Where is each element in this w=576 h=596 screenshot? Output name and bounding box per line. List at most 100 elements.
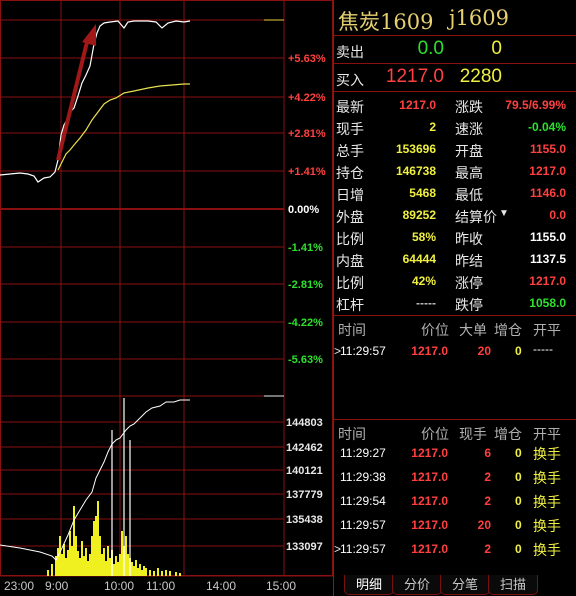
tab-price-distribution[interactable]: 分价	[392, 575, 442, 595]
price: 1217.0	[411, 542, 448, 556]
trade-type: -----	[533, 342, 553, 356]
pct-tick-label: +5.63%	[288, 53, 326, 65]
stat-value: 1058.0	[529, 296, 566, 310]
table-header: 时间 价位 大单 增仓 开平	[334, 318, 576, 338]
tab-details[interactable]: 明细	[344, 575, 394, 595]
open-interest-change: 0	[515, 470, 522, 484]
stat-row: 总手 153696 开盘 1155.0	[334, 138, 576, 160]
volume: 2	[484, 470, 491, 484]
stat-label: 现手	[336, 121, 364, 137]
price: 1217.0	[411, 344, 448, 358]
stat-value: 79.5/6.99%	[505, 98, 566, 112]
column-header: 增仓	[494, 322, 522, 338]
open-interest-change: 0	[515, 446, 522, 460]
sell-row[interactable]: 卖出 0.0 0	[334, 38, 576, 62]
time: 11:29:57	[340, 344, 386, 358]
time-tick-label: 14:00	[206, 579, 236, 593]
price: 1217.0	[411, 470, 448, 484]
stat-label: 总手	[336, 143, 364, 159]
pct-tick-label: -2.81%	[288, 279, 323, 291]
stat-label: 持仓	[336, 165, 364, 181]
tab-scan[interactable]: 扫描	[488, 575, 538, 595]
instrument-title: 焦炭1609 j1609	[334, 2, 576, 34]
stat-value: 1155.0	[529, 230, 566, 244]
divider	[334, 315, 576, 316]
table-row[interactable]: >11:29:57 1217.0 2 0 换手	[334, 536, 576, 560]
stat-label: 内盘	[336, 253, 364, 269]
price: 1217.0	[411, 446, 448, 460]
sell-price: 0.0	[417, 38, 444, 59]
stat-row: 比例 58% 昨收 1155.0	[334, 226, 576, 248]
stat-label: 速涨	[455, 121, 483, 137]
stat-row: 外盘 89252 结算价 ▼ 0.0	[334, 204, 576, 226]
volume: 20	[477, 344, 491, 358]
open-interest-change: 0	[515, 494, 522, 508]
trend-arrow-shaft	[56, 37, 90, 161]
column-header: 开平	[533, 322, 561, 338]
tab-tick-list[interactable]: 分笔	[440, 575, 490, 595]
buy-label: 买入	[336, 72, 364, 88]
quote-panel: 焦炭1609 j1609 卖出 0.0 0 买入 1217.0 2280 最新 1…	[333, 0, 576, 596]
stat-value: 1217.0	[529, 164, 566, 178]
trade-type: 换手	[533, 518, 561, 534]
pct-tick-label: -5.63%	[288, 354, 323, 366]
stat-label: 杠杆	[336, 297, 364, 313]
stat-label: 结算价	[455, 209, 497, 225]
trade-type: 换手	[533, 542, 561, 558]
volume-tick-label: 144803	[286, 417, 323, 429]
stat-row: 日增 5468 最低 1146.0	[334, 182, 576, 204]
trend-arrow-head-icon	[82, 24, 96, 46]
trade-type: 换手	[533, 470, 561, 486]
buy-row[interactable]: 买入 1217.0 2280	[334, 66, 576, 90]
instrument-name: 焦炭1609	[338, 10, 434, 34]
table-row[interactable]: 11:29:38 1217.0 2 0 换手	[334, 464, 576, 488]
stat-label: 日增	[336, 187, 364, 203]
table-row[interactable]: 11:29:54 1217.0 2 0 换手	[334, 488, 576, 512]
time: 11:29:57	[340, 542, 386, 556]
volume: 6	[484, 446, 491, 460]
time: 11:29:54	[340, 494, 386, 508]
divider	[334, 91, 576, 92]
pct-tick-label: -4.22%	[288, 317, 323, 329]
table-row[interactable]: 11:29:27 1217.0 6 0 换手	[334, 440, 576, 464]
intraday-chart[interactable]: +5.63% +4.22% +2.81% +1.41% 0.00% -1.41% -2.81…	[0, 0, 333, 596]
stat-row: 持仓 146738 最高 1217.0	[334, 160, 576, 182]
time-tick-label: 9:00	[45, 579, 69, 593]
volume: 2	[484, 542, 491, 556]
table-row[interactable]: >11:29:57 1217.0 20 0 -----	[334, 338, 576, 362]
stat-value: 1217.0	[399, 98, 436, 112]
time-tick-label: 23:00	[4, 579, 34, 593]
stat-row: 最新 1217.0 涨跌 79.5/6.99%	[334, 94, 576, 116]
pct-tick-label: +2.81%	[288, 128, 326, 140]
column-header: 大单	[459, 322, 487, 338]
time-tick-label: 11:00	[146, 579, 175, 593]
stat-value: 58%	[411, 230, 436, 244]
stat-value: 153696	[395, 142, 436, 156]
stat-value: 42%	[411, 274, 436, 288]
time: 11:29:38	[340, 470, 386, 484]
trade-type: 换手	[533, 494, 561, 510]
stat-label: 最高	[455, 165, 483, 181]
volume: 20	[477, 518, 491, 532]
sell-label: 卖出	[336, 44, 364, 60]
pct-tick-label: +4.22%	[288, 92, 326, 104]
stat-value: 0.0	[549, 208, 566, 222]
volume-tick-label: 133097	[286, 541, 323, 553]
stat-value: 1217.0	[529, 274, 566, 288]
stat-row: 杠杆 ----- 跌停 1058.0	[334, 292, 576, 314]
stat-label: 昨结	[455, 253, 483, 269]
stat-row: 比例 42% 涨停 1217.0	[334, 270, 576, 292]
open-interest-change: 0	[515, 344, 522, 358]
stat-label: 外盘	[336, 209, 364, 225]
table-row[interactable]: 11:29:57 1217.0 20 0 换手	[334, 512, 576, 536]
buy-volume: 2280	[459, 66, 502, 87]
open-interest-change: 0	[515, 542, 522, 556]
stat-label: 比例	[336, 231, 364, 247]
instrument-code: j1609	[449, 6, 509, 30]
chart-frame	[0, 0, 333, 576]
stat-row: 现手 2 速涨 -0.04%	[334, 116, 576, 138]
price: 1217.0	[411, 494, 448, 508]
volume: 2	[484, 494, 491, 508]
column-header: 时间	[338, 322, 366, 338]
open-interest-change: 0	[515, 518, 522, 532]
